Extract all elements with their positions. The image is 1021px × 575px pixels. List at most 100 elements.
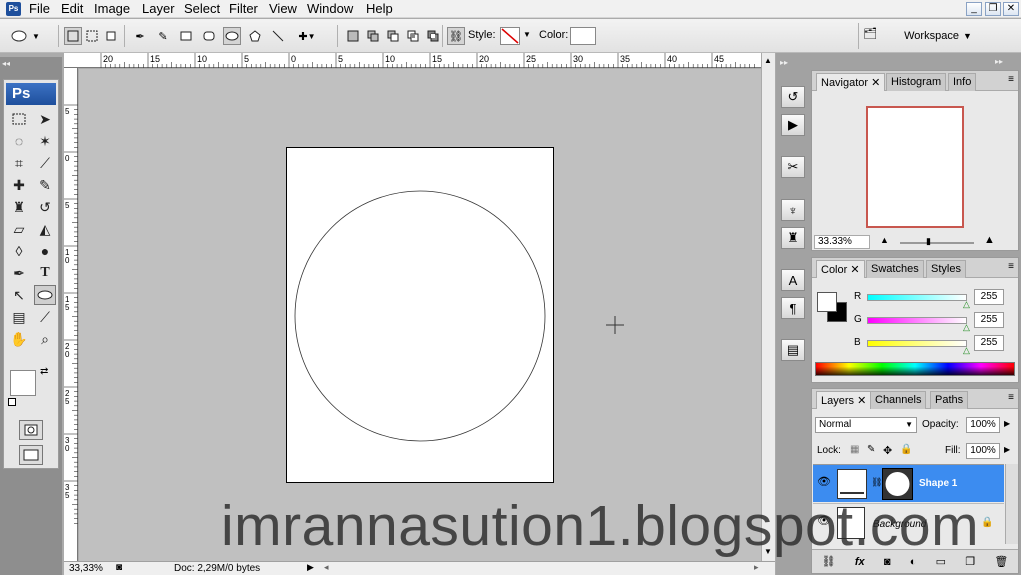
notes-tool-icon[interactable]: ▤ — [8, 307, 30, 327]
tab-swatches[interactable]: Swatches — [866, 260, 924, 278]
lasso-tool-icon[interactable]: ◌ — [8, 131, 30, 151]
layer-link-icon[interactable]: ⛓ — [871, 477, 882, 488]
color-swatch[interactable] — [570, 27, 596, 45]
exclude-shape-button[interactable] — [424, 27, 442, 45]
panel-menu-icon[interactable]: ≡ — [1008, 392, 1014, 403]
path-selection-tool-icon[interactable]: ↖ — [8, 285, 30, 305]
status-menu-arrow-icon[interactable]: ▶ — [307, 562, 314, 573]
lock-transparent-icon[interactable]: ▦ — [850, 444, 859, 455]
shape-layers-button[interactable] — [64, 27, 82, 45]
paths-button[interactable] — [83, 27, 101, 45]
tab-channels[interactable]: Channels — [870, 391, 927, 409]
tool-preset-picker[interactable]: ▼ — [10, 27, 46, 45]
magic-wand-tool-icon[interactable]: ✶ — [34, 131, 56, 151]
freeform-pen-button[interactable]: ✎ — [154, 27, 172, 45]
close-icon[interactable]: ✕ — [1003, 2, 1019, 16]
foreground-color-swatch[interactable] — [10, 370, 36, 396]
lock-image-icon[interactable]: ✎ — [867, 444, 875, 455]
menu-window[interactable]: Window — [307, 1, 353, 17]
document-canvas[interactable] — [286, 147, 554, 483]
lock-all-icon[interactable]: 🔒 — [900, 444, 912, 455]
color-spectrum-bar[interactable] — [815, 362, 1015, 376]
menu-layer[interactable]: Layer — [142, 1, 175, 17]
fill-arrow-icon[interactable]: ▶ — [1004, 445, 1010, 454]
pen-tool-icon[interactable]: ✒ — [8, 263, 30, 283]
character-panel-icon[interactable]: A — [781, 269, 805, 291]
slice-tool-icon[interactable]: ⟋ — [34, 153, 56, 173]
zoom-out-icon[interactable]: ▲ — [880, 235, 889, 245]
marquee-tool-icon[interactable] — [8, 109, 30, 129]
rounded-rectangle-button[interactable] — [200, 27, 218, 45]
clone-stamp-tool-icon[interactable]: ♜ — [8, 197, 30, 217]
tab-histogram[interactable]: Histogram — [886, 73, 947, 91]
panels-collapse-icon[interactable]: ▸▸ — [995, 57, 1003, 66]
fill-pixels-button[interactable] — [102, 27, 120, 45]
blend-mode-select[interactable]: Normal ▼ — [815, 417, 917, 433]
menu-filter[interactable]: Filter — [229, 1, 258, 17]
ellipse-tool-icon[interactable] — [34, 285, 56, 305]
tab-layers[interactable]: Layers ✕ — [816, 391, 872, 409]
vertical-scrollbar[interactable]: ▲ ▼ — [761, 53, 775, 561]
channel-b-value[interactable]: 255 — [974, 335, 1004, 351]
layer-comps-icon[interactable]: ▤ — [781, 339, 805, 361]
tab-info[interactable]: Info — [948, 73, 977, 91]
history-brush-tool-icon[interactable]: ↺ — [34, 197, 56, 217]
eraser-tool-icon[interactable]: ▱ — [8, 219, 30, 239]
scroll-left-icon[interactable]: ◂ — [324, 562, 329, 573]
tab-color[interactable]: Color ✕ — [816, 260, 865, 278]
custom-shape-button[interactable]: ✚ ▼ — [292, 27, 322, 45]
default-colors-icon[interactable] — [8, 398, 16, 406]
menu-image[interactable]: Image — [94, 1, 130, 17]
menu-view[interactable]: View — [269, 1, 297, 17]
toolbox-collapse-icon[interactable]: ◂◂ — [2, 59, 60, 69]
navigator-zoom-slider[interactable] — [900, 242, 974, 244]
tab-styles[interactable]: Styles — [926, 260, 966, 278]
menu-help[interactable]: Help — [366, 1, 393, 17]
tool-presets-icon[interactable]: ✂ — [781, 156, 805, 178]
paint-bucket-tool-icon[interactable]: ◭ — [34, 219, 56, 239]
channel-r-slider[interactable] — [867, 294, 967, 301]
fill-field[interactable]: 100% — [966, 443, 1000, 459]
channel-g-value[interactable]: 255 — [974, 312, 1004, 328]
link-style-button[interactable]: ⛓ — [447, 27, 465, 45]
healing-brush-tool-icon[interactable]: ✚ — [8, 175, 30, 195]
brushes-panel-icon[interactable]: ♆ — [781, 199, 805, 221]
scroll-right-icon[interactable]: ▸ — [754, 562, 759, 573]
navigator-preview[interactable] — [866, 106, 964, 228]
layers-scrollbar[interactable] — [1005, 464, 1018, 544]
workspace-button[interactable]: Workspace ▼ — [892, 24, 984, 48]
dodge-tool-icon[interactable]: ● — [34, 241, 56, 261]
channel-b-slider[interactable] — [867, 340, 967, 347]
brush-tool-icon[interactable]: ✎ — [34, 175, 56, 195]
zoom-tool-icon[interactable]: ⌕ — [34, 329, 56, 349]
tab-paths[interactable]: Paths — [930, 391, 969, 409]
delete-layer-icon[interactable]: 🗑 — [994, 555, 1008, 568]
pen-tool-button[interactable]: ✒ — [131, 27, 149, 45]
type-tool-icon[interactable]: T — [34, 263, 56, 283]
hand-tool-icon[interactable]: ✋ — [8, 329, 30, 349]
style-dropdown-arrow-icon[interactable]: ▼ — [523, 30, 531, 39]
screen-mode-icon[interactable] — [19, 445, 43, 465]
channel-r-value[interactable]: 255 — [974, 289, 1004, 305]
opacity-field[interactable]: 100% — [966, 417, 1000, 433]
actions-panel-icon[interactable]: ▶ — [781, 114, 805, 136]
visibility-eye-icon[interactable]: 👁 — [817, 475, 831, 488]
add-to-shape-button[interactable] — [364, 27, 382, 45]
line-shape-button[interactable] — [269, 27, 287, 45]
swap-colors-icon[interactable]: ⇄ — [40, 366, 48, 377]
status-zoom[interactable]: 33,33% — [69, 563, 103, 574]
channel-g-thumb[interactable]: △ — [963, 322, 970, 333]
navigator-zoom-field[interactable]: 33.33% — [814, 235, 870, 249]
menu-file[interactable]: File — [29, 1, 50, 17]
style-picker[interactable] — [500, 27, 520, 45]
rectangle-shape-button[interactable] — [177, 27, 195, 45]
restore-icon[interactable]: ❐ — [985, 2, 1001, 16]
zoom-in-icon[interactable]: ▲ — [984, 234, 995, 246]
clone-source-icon[interactable]: ♜ — [781, 227, 805, 249]
quick-mask-icon[interactable] — [19, 420, 43, 440]
tab-navigator[interactable]: Navigator ✕ — [816, 73, 886, 91]
channel-b-thumb[interactable]: △ — [963, 345, 970, 356]
ellipse-shape[interactable] — [287, 148, 553, 482]
ellipse-shape-button[interactable] — [223, 27, 241, 45]
eyedropper-tool-icon[interactable]: ⟋ — [34, 307, 56, 327]
